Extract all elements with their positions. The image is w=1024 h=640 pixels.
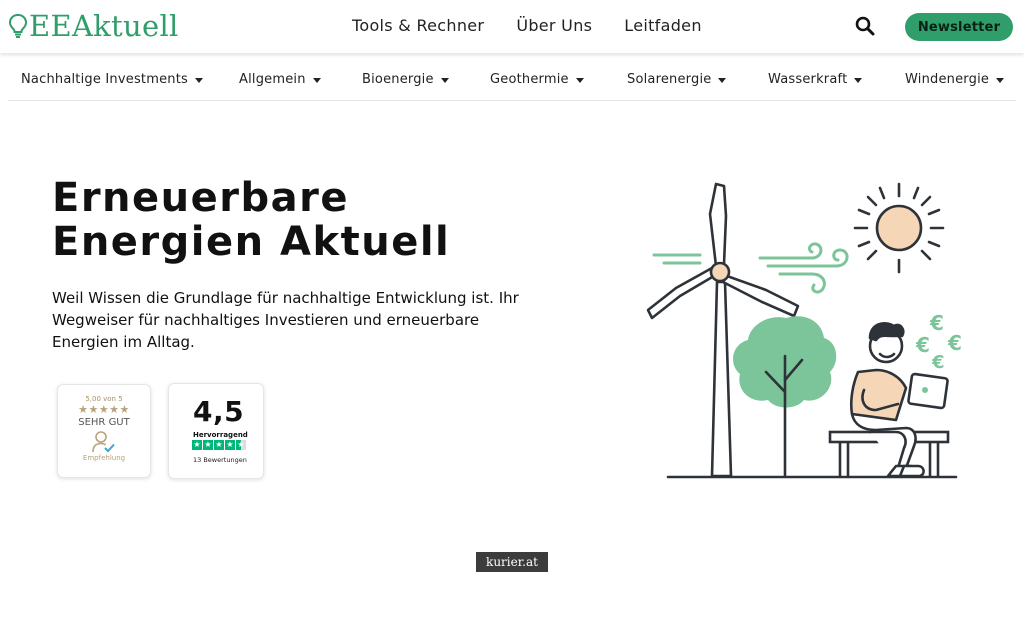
nav-tools-rechner[interactable]: Tools & Rechner xyxy=(352,16,484,35)
person-with-tablet-icon xyxy=(849,322,949,478)
euro-icon: € € € € xyxy=(915,311,962,373)
nav-leitfaden[interactable]: Leitfaden xyxy=(624,16,701,35)
star-icon: ★ xyxy=(192,440,202,450)
category-bioenergie[interactable]: Bioenergie xyxy=(362,72,449,87)
user-check-icon xyxy=(92,431,115,453)
euro-symbol: € xyxy=(947,331,962,355)
hero-title: Erneuerbare Energien Aktuell xyxy=(52,176,572,264)
nav-ueber-uns[interactable]: Über Uns xyxy=(516,16,592,35)
trust-label: Hervorragend xyxy=(193,431,248,439)
euro-symbol: € xyxy=(929,311,944,335)
star-icon: ★ xyxy=(214,440,224,450)
euro-symbol: € xyxy=(931,352,945,373)
wind-swirl-icon xyxy=(758,242,849,294)
rating-badge[interactable]: 5,00 von 5 ★★★★★ SEHR GUT Empfehlung xyxy=(57,384,151,478)
hero-title-line-2: Energien Aktuell xyxy=(52,219,451,265)
trust-score-badge[interactable]: 4,5 Hervorragend ★ ★ ★ ★ ★ 13 Bewertunge… xyxy=(168,383,264,479)
wind-lines-icon xyxy=(652,253,702,265)
press-logo-kurier[interactable]: kurier.at xyxy=(476,552,548,572)
caret-down-icon xyxy=(996,78,1005,83)
caret-down-icon xyxy=(312,78,321,83)
caret-down-icon xyxy=(718,78,727,83)
category-windenergie[interactable]: Windenergie xyxy=(905,72,1005,87)
hero-title-line-1: Erneuerbare xyxy=(52,175,349,221)
sun-icon xyxy=(853,182,945,274)
caret-down-icon xyxy=(440,78,449,83)
trust-score: 4,5 xyxy=(193,395,245,428)
search-button[interactable] xyxy=(854,15,876,37)
trust-stars: ★ ★ ★ ★ ★ xyxy=(192,440,247,450)
hero-illustration: € € € € xyxy=(646,182,962,479)
category-label: Bioenergie xyxy=(362,72,434,87)
half-star-icon: ★ xyxy=(236,440,246,450)
category-geothermie[interactable]: Geothermie xyxy=(490,72,584,87)
category-navigation: Nachhaltige Investments Allgemein Bioene… xyxy=(8,53,1016,101)
caret-down-icon xyxy=(575,78,584,83)
category-label: Allgemein xyxy=(239,72,306,87)
rating-stars: ★★★★★ xyxy=(78,403,130,416)
category-wasserkraft[interactable]: Wasserkraft xyxy=(768,72,863,87)
category-label: Nachhaltige Investments xyxy=(21,72,188,87)
site-logo[interactable]: EEAktuell xyxy=(8,10,179,42)
rating-score-text: 5,00 von 5 xyxy=(85,395,123,403)
search-icon xyxy=(855,16,875,36)
main-navigation: Tools & Rechner Über Uns Leitfaden xyxy=(352,16,734,35)
category-label: Wasserkraft xyxy=(768,72,848,87)
rating-footer: Empfehlung xyxy=(82,454,126,462)
caret-down-icon xyxy=(854,78,863,83)
lightbulb-icon xyxy=(8,13,28,38)
category-solarenergie[interactable]: Solarenergie xyxy=(627,72,727,87)
category-nachhaltige-investments[interactable]: Nachhaltige Investments xyxy=(21,72,203,87)
star-icon: ★ xyxy=(203,440,213,450)
hero-subtitle: Weil Wissen die Grundlage für nachhaltig… xyxy=(52,289,519,351)
site-header: EEAktuell Tools & Rechner Über Uns Leitf… xyxy=(0,0,1024,53)
caret-down-icon xyxy=(195,78,203,83)
trust-review-count: 13 Bewertungen xyxy=(193,456,247,464)
category-label: Windenergie xyxy=(905,72,990,87)
euro-symbol: € xyxy=(915,333,930,357)
star-icon: ★ xyxy=(225,440,235,450)
logo-text: EEAktuell xyxy=(29,9,179,43)
category-allgemein[interactable]: Allgemein xyxy=(239,72,321,87)
tree-icon xyxy=(733,316,837,478)
category-label: Geothermie xyxy=(490,72,569,87)
newsletter-button[interactable]: Newsletter xyxy=(905,13,1013,41)
category-label: Solarenergie xyxy=(627,72,712,87)
rating-label: SEHR GUT xyxy=(78,417,130,428)
